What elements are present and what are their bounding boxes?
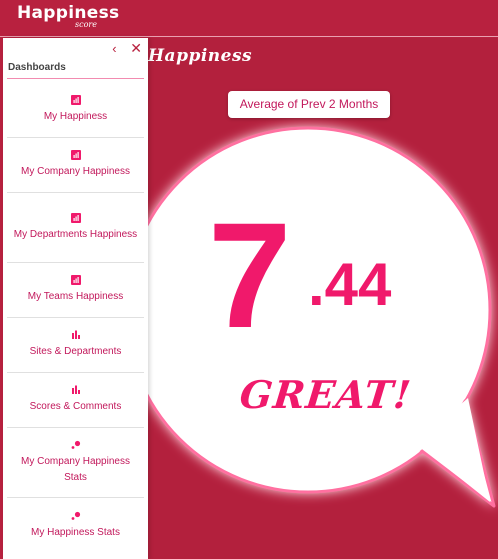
sidebar-item-label: Sites & Departments [29, 346, 122, 357]
sidebar-item-label: My Happiness Stats [31, 526, 120, 538]
scatter-dots-icon [71, 511, 80, 520]
sidebar-item-label: My Departments Happiness [13, 228, 138, 240]
bar-chart-box-icon [70, 212, 81, 223]
score-integer: 7 [208, 191, 292, 359]
logo-subtext: score [75, 20, 97, 29]
sidebar-item-scores-comments[interactable]: Scores & Comments [7, 373, 144, 428]
chevron-left-icon[interactable]: ‹ [112, 41, 116, 56]
top-bar: Happiness score [0, 0, 498, 37]
sidebar-item-my-teams-happiness[interactable]: My Teams Happiness [7, 263, 144, 318]
sidebar-item-label: My Teams Happiness [27, 291, 124, 302]
sidebar-item-label: Scores & Comments [29, 401, 122, 412]
bar-chart-icon [71, 385, 80, 394]
sidebar-item-sites-departments[interactable]: Sites & Departments [7, 318, 144, 373]
score-decimal: .44 [308, 251, 392, 318]
sidebar-divider [7, 78, 144, 79]
bar-chart-box-icon [70, 150, 81, 160]
sidebar-item-my-company-happiness[interactable]: My Company Happiness [7, 138, 144, 193]
dashboard-list: My Happiness My Company Happiness My Dep… [7, 83, 144, 553]
sidebar-item-label: My Happiness [43, 111, 108, 122]
sidebar-heading: Dashboards [8, 62, 66, 73]
sidebar-item-my-happiness[interactable]: My Happiness [7, 83, 144, 138]
sidebar-controls: ‹ ✕ [112, 40, 142, 57]
bar-chart-box-icon [70, 95, 81, 105]
sidebar-item-my-happiness-stats[interactable]: My Happiness Stats [7, 498, 144, 553]
scatter-dots-icon [71, 440, 80, 449]
bar-chart-icon [71, 330, 80, 339]
score-rating-label: GREAT! [237, 372, 414, 417]
sidebar-item-my-company-happiness-stats[interactable]: My Company Happiness Stats [7, 428, 144, 498]
sidebar-item-label: My Company Happiness [21, 166, 130, 177]
app-logo[interactable]: Happiness score [17, 3, 120, 33]
close-icon[interactable]: ✕ [130, 40, 142, 57]
period-select-button[interactable]: Average of Prev 2 Months [228, 91, 390, 118]
logo-text: Happiness [17, 3, 120, 23]
bar-chart-box-icon [70, 275, 81, 285]
dashboards-sidebar: ‹ ✕ Dashboards My Happiness My Company H… [3, 38, 148, 559]
main-score-panel: Happiness Average of Prev 2 Months 7 .44… [148, 38, 498, 559]
sidebar-item-label: My Company Happiness Stats [21, 455, 130, 483]
sidebar-item-my-departments-happiness[interactable]: My Departments Happiness [7, 193, 144, 263]
